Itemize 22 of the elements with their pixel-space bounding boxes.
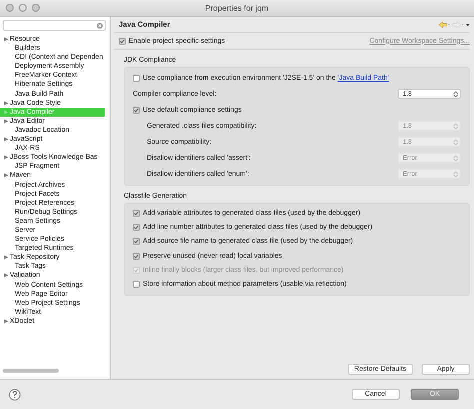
checkbox[interactable] bbox=[133, 281, 140, 288]
expand-arrow-icon[interactable] bbox=[4, 273, 9, 278]
checkbox[interactable] bbox=[133, 224, 140, 231]
search-field[interactable] bbox=[3, 20, 106, 31]
navigation-arrows-icon[interactable] bbox=[438, 20, 470, 28]
checkbox[interactable] bbox=[133, 210, 140, 217]
clear-icon[interactable] bbox=[97, 22, 103, 28]
scrollbar-thumb[interactable] bbox=[3, 369, 59, 373]
checkbox[interactable] bbox=[133, 252, 140, 260]
expand-arrow-icon[interactable] bbox=[4, 173, 9, 178]
expand-arrow-icon[interactable] bbox=[4, 37, 9, 42]
expand-arrow-icon[interactable] bbox=[4, 318, 9, 324]
checkbox[interactable] bbox=[133, 106, 140, 114]
checkbox[interactable] bbox=[133, 238, 140, 246]
window-title: Properties for jqm bbox=[205, 4, 270, 12]
stepper-icon[interactable] bbox=[453, 90, 459, 98]
expand-arrow-icon[interactable] bbox=[4, 155, 9, 160]
expand-arrow-icon[interactable] bbox=[4, 255, 9, 260]
help-icon[interactable] bbox=[9, 388, 21, 400]
expand-arrow-icon[interactable] bbox=[4, 137, 9, 142]
checkbox[interactable] bbox=[133, 74, 140, 82]
checkbox[interactable] bbox=[119, 38, 126, 44]
